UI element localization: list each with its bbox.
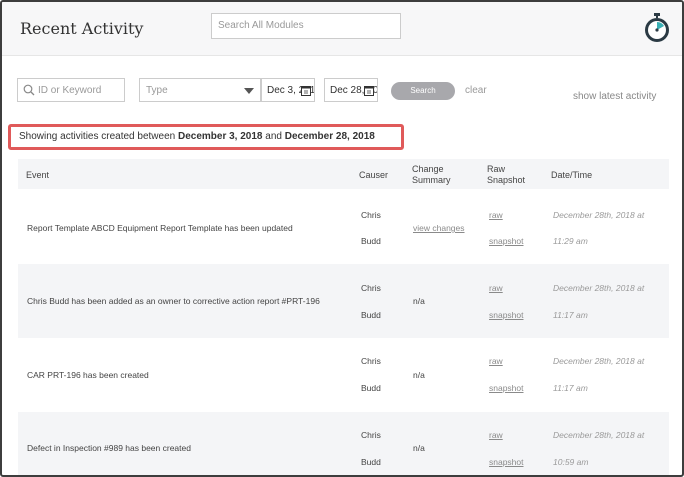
- calendar-icon[interactable]: [301, 85, 311, 96]
- type-placeholder: Type: [146, 85, 168, 96]
- notice-end-date: December 28, 2018: [284, 131, 375, 142]
- search-icon: [23, 84, 35, 96]
- global-search-input[interactable]: Search All Modules: [211, 13, 401, 39]
- time-text: 11:29 am: [553, 236, 588, 246]
- snapshot-link[interactable]: snapshot: [489, 383, 524, 393]
- event-text: CAR PRT-196 has been created: [27, 370, 149, 380]
- date-from-input[interactable]: Dec 3, 2018: [261, 78, 315, 102]
- page-title: Recent Activity: [20, 19, 144, 38]
- header-change-summary-line2: Summary: [412, 175, 451, 185]
- causer-last: Budd: [361, 310, 381, 320]
- search-button[interactable]: Search: [391, 82, 455, 100]
- table-header: Event Causer Change Summary Raw Snapshot…: [18, 159, 669, 189]
- top-bar: Recent Activity Search All Modules: [2, 2, 682, 56]
- date-to-input[interactable]: Dec 28, 2018: [324, 78, 378, 102]
- date-text: December 28th, 2018 at: [553, 210, 645, 220]
- chevron-down-icon: [244, 88, 254, 94]
- raw-link[interactable]: raw: [489, 356, 503, 366]
- change-summary: n/a: [413, 443, 425, 453]
- table-row: CAR PRT-196 has been created Chris Budd …: [18, 338, 669, 412]
- snapshot-link[interactable]: snapshot: [489, 310, 524, 320]
- table-row: Chris Budd has been added as an owner to…: [18, 264, 669, 338]
- event-text: Report Template ABCD Equipment Report Te…: [27, 223, 293, 233]
- clear-link[interactable]: clear: [465, 85, 487, 96]
- header-causer: Causer: [359, 170, 389, 180]
- date-range-notice: Showing activities created between Decem…: [8, 124, 404, 150]
- view-changes-link[interactable]: view changes: [413, 223, 465, 233]
- header-change-summary-line1: Change: [412, 164, 444, 174]
- table-row: Report Template ABCD Equipment Report Te…: [18, 190, 669, 264]
- date-text: December 28th, 2018 at: [553, 283, 645, 293]
- time-text: 10:59 am: [553, 457, 589, 467]
- table-row: Defect in Inspection #989 has been creat…: [18, 412, 669, 475]
- date-text: December 28th, 2018 at: [553, 430, 645, 440]
- event-text: Chris Budd has been added as an owner to…: [27, 296, 320, 306]
- header-datetime: Date/Time: [551, 170, 593, 180]
- time-text: 11:17 am: [553, 310, 588, 320]
- change-summary: n/a: [413, 370, 425, 380]
- notice-start-date: December 3, 2018: [177, 131, 263, 142]
- filter-bar: ID or Keyword Type Dec 3, 2018 Dec 28, 2…: [2, 78, 682, 104]
- event-text: Defect in Inspection #989 has been creat…: [27, 443, 191, 453]
- time-text: 11:17 am: [553, 383, 588, 393]
- causer-last: Budd: [361, 457, 381, 467]
- header-raw-snapshot-line2: Snapshot: [487, 175, 526, 185]
- causer-first: Chris: [361, 283, 381, 293]
- keyword-input[interactable]: ID or Keyword: [17, 78, 125, 102]
- app-window: Recent Activity Search All Modules ID or…: [0, 0, 684, 477]
- type-select[interactable]: Type: [139, 78, 261, 102]
- causer-last: Budd: [361, 383, 381, 393]
- causer-last: Budd: [361, 236, 381, 246]
- snapshot-link[interactable]: snapshot: [489, 457, 524, 467]
- raw-link[interactable]: raw: [489, 210, 503, 220]
- causer-first: Chris: [361, 210, 381, 220]
- causer-first: Chris: [361, 356, 381, 366]
- change-summary: n/a: [413, 296, 425, 306]
- raw-link[interactable]: raw: [489, 430, 503, 440]
- notice-prefix: Showing activities created between: [19, 131, 178, 142]
- causer-first: Chris: [361, 430, 381, 440]
- calendar-icon[interactable]: [364, 85, 374, 96]
- date-text: December 28th, 2018 at: [553, 356, 645, 366]
- show-latest-activity-link[interactable]: show latest activity: [573, 91, 656, 102]
- stopwatch-icon[interactable]: [642, 12, 672, 44]
- snapshot-link[interactable]: snapshot: [489, 236, 524, 246]
- notice-middle: and: [262, 131, 285, 142]
- keyword-placeholder: ID or Keyword: [38, 85, 102, 96]
- header-event: Event: [26, 170, 50, 180]
- raw-link[interactable]: raw: [489, 283, 503, 293]
- header-raw-snapshot-line1: Raw: [487, 164, 506, 174]
